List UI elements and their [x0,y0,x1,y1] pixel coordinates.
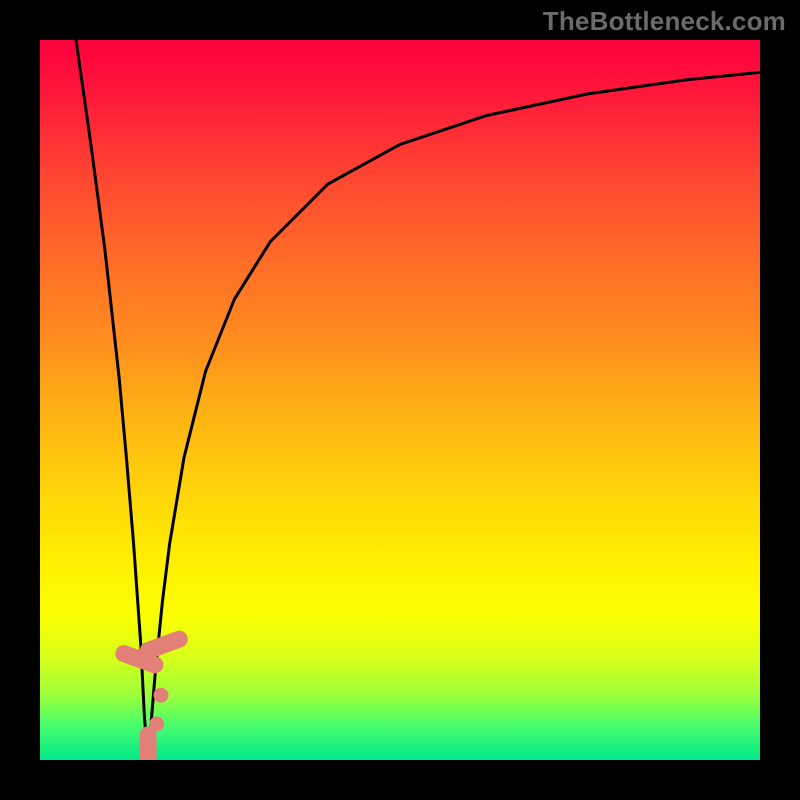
marker-dot-2 [153,688,168,703]
watermark-text: TheBottleneck.com [543,6,786,37]
series-right-branch [148,72,760,760]
curve-markers [113,628,190,760]
chart-frame: TheBottleneck.com [0,0,800,800]
marker-pill-4 [140,726,157,760]
curve-paths [76,40,760,760]
curve-layer [40,40,760,760]
marker-pill-1 [137,628,190,661]
plot-area [40,40,760,760]
